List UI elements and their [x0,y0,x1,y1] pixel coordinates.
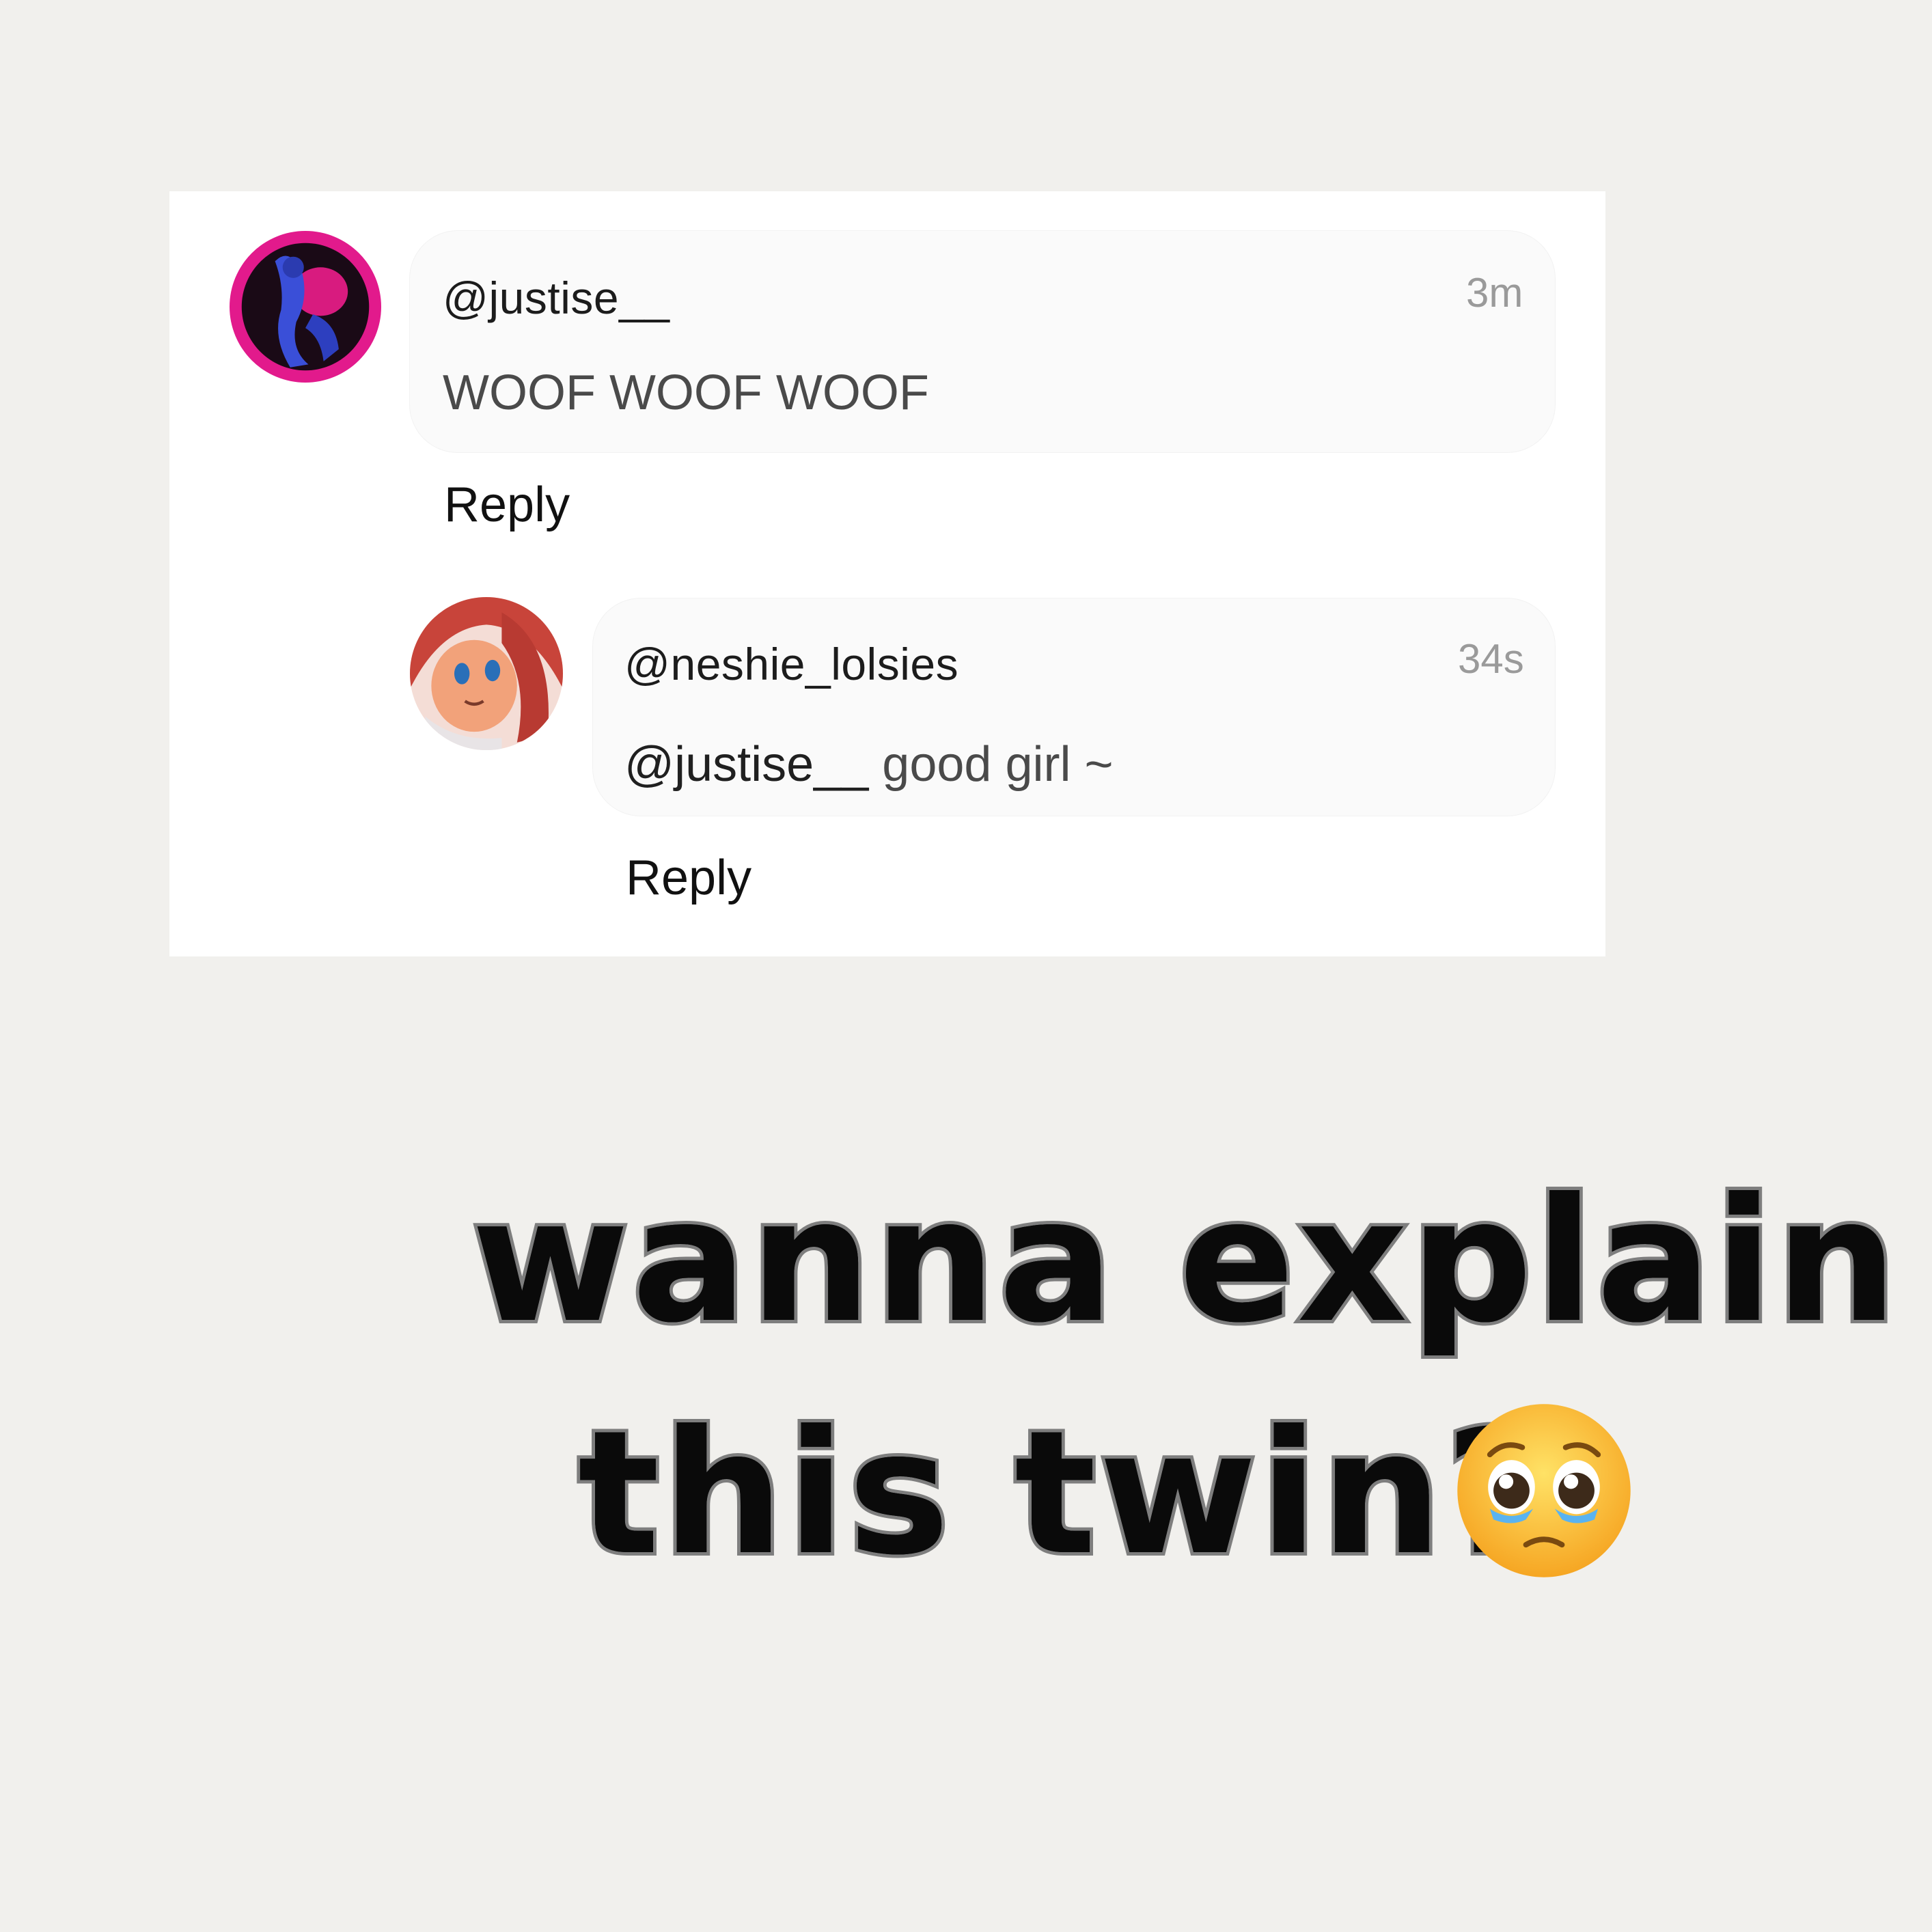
reply-button[interactable]: Reply [626,850,751,906]
caption-line-2: this twin? [575,1390,1547,1596]
reply-button[interactable]: Reply [444,477,570,533]
avatar-neshie-image [410,597,563,750]
comment-text: WOOF WOOF WOOF [443,365,929,420]
comment-username[interactable]: @justise__ [443,272,670,324]
reply-username[interactable]: @neshie_lolsies [624,638,958,690]
reply-text-body: good girl ~ [868,737,1114,792]
comment-thread-card: @justise__ 3m WOOF WOOF WOOF Reply @nesh… [169,191,1605,956]
mention-link[interactable]: @justise__ [624,737,868,792]
avatar-neshie[interactable] [410,597,563,750]
reply-timestamp: 34s [1458,636,1524,682]
reply-text: @justise__ good girl ~ [624,736,1114,792]
comment-timestamp: 3m [1466,270,1523,316]
caption-line-1: wanna explain [468,1158,1901,1364]
pleading-face-icon [1454,1400,1634,1581]
avatar-justise[interactable] [230,231,381,383]
avatar-justise-image [230,231,381,383]
